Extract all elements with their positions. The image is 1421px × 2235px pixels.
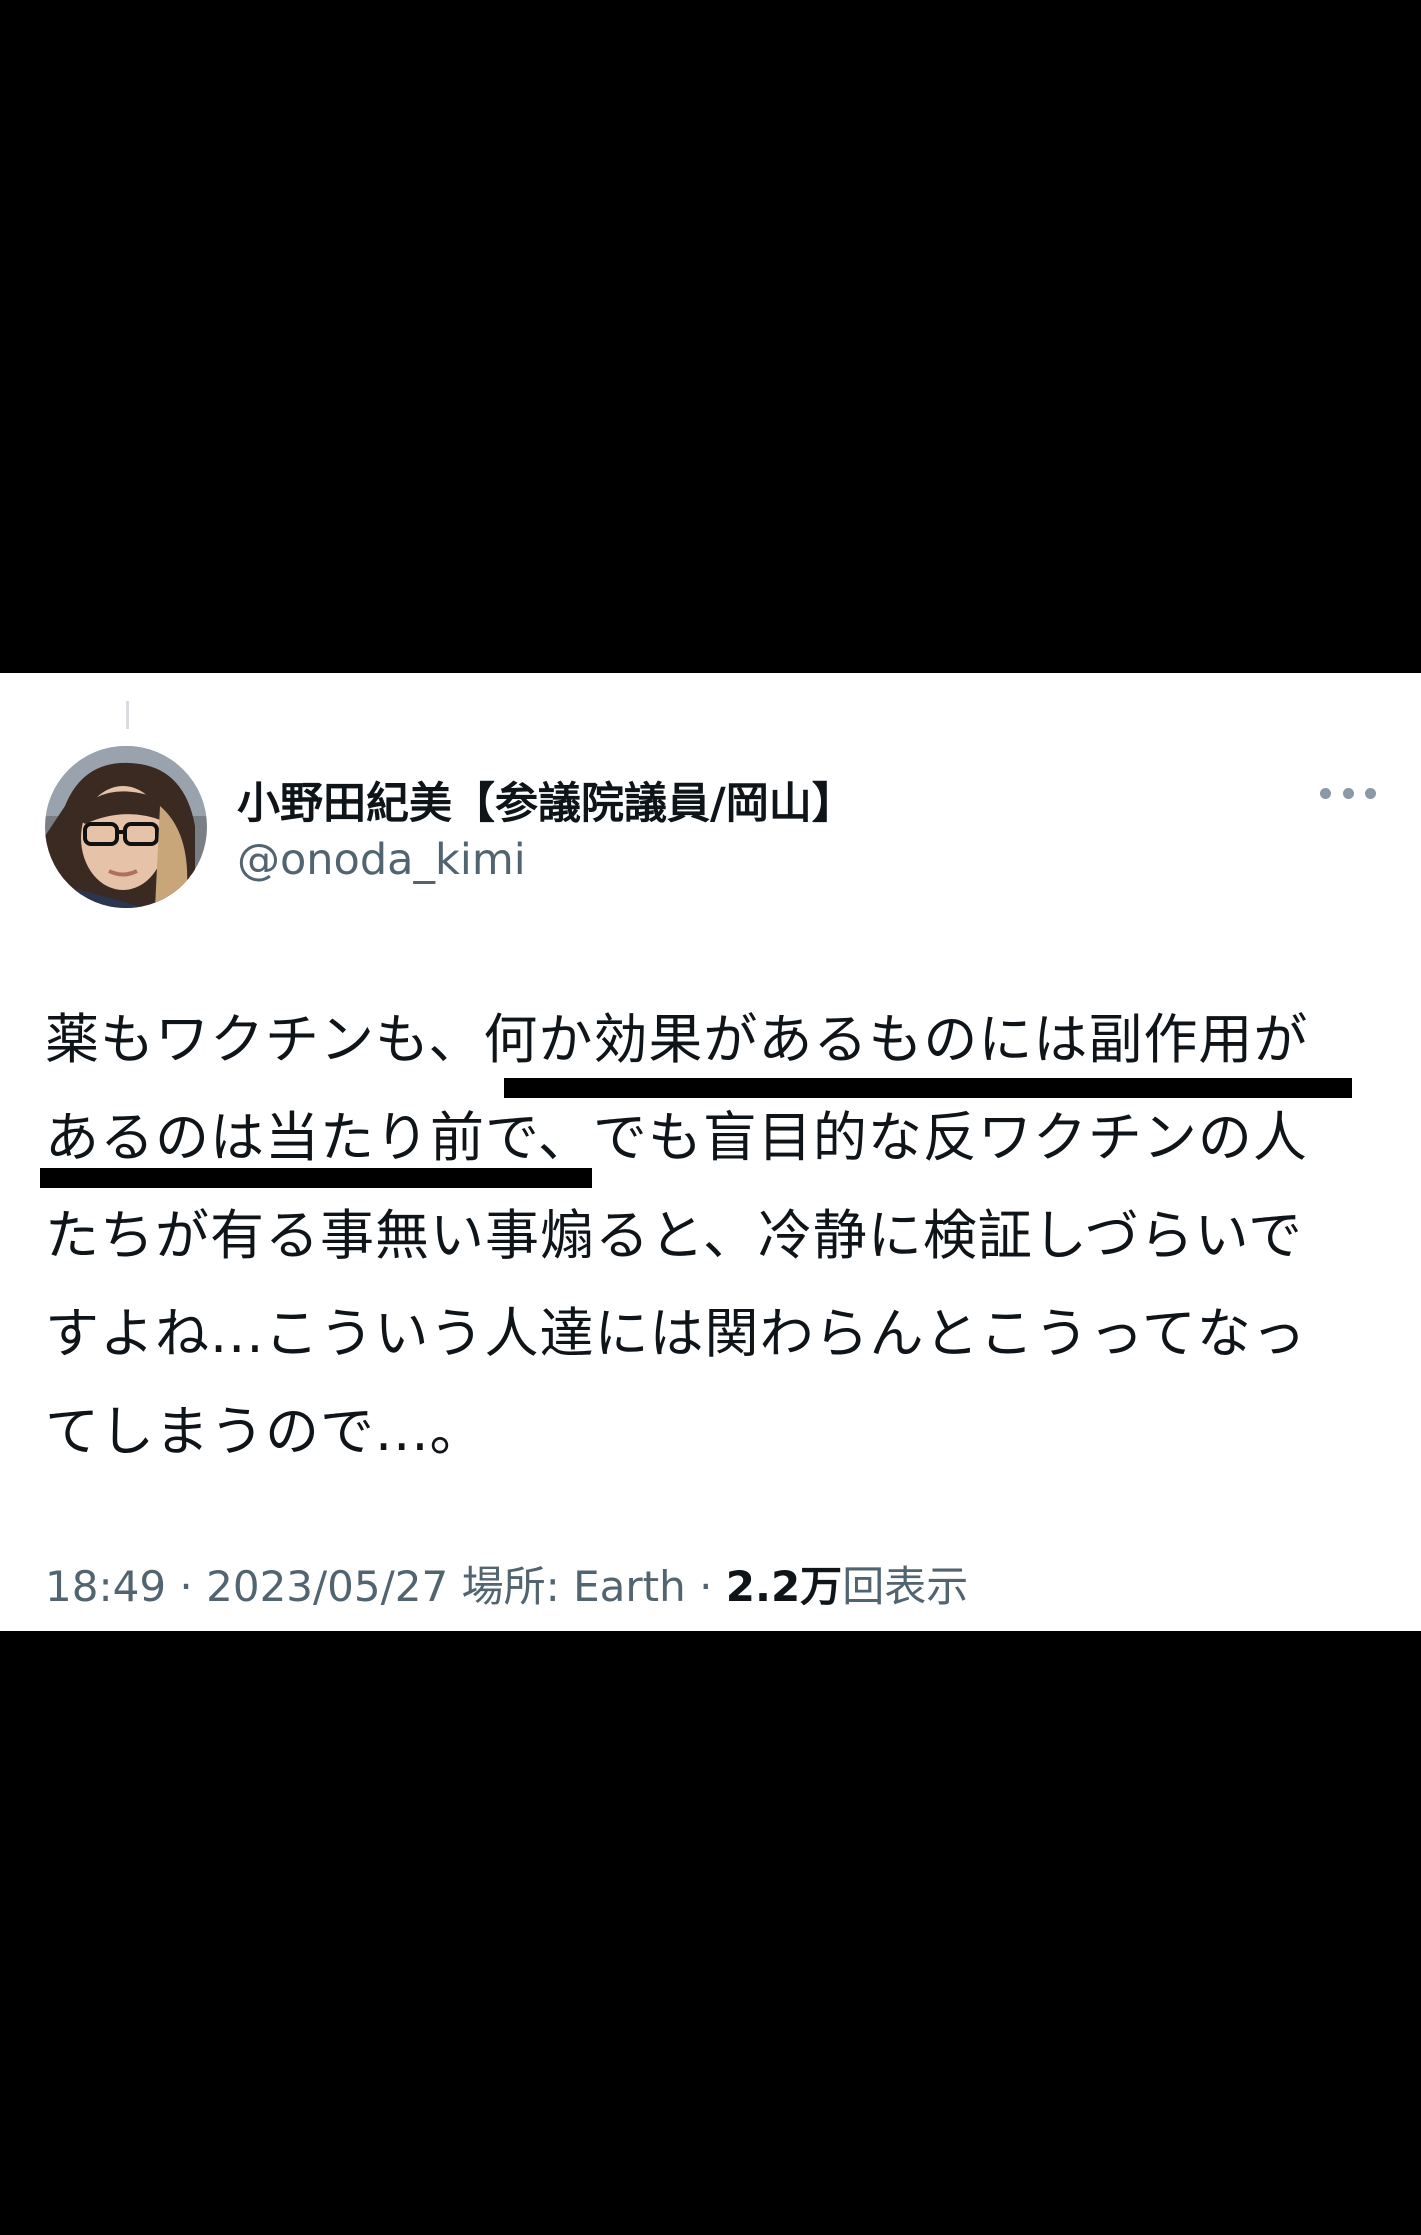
highlight-underline [504, 1078, 1352, 1098]
highlight-underline [40, 1168, 592, 1188]
more-dot [1365, 787, 1376, 799]
tweet-time[interactable]: 18:49 [45, 1562, 166, 1611]
tweet-text-line: てしまうので...。 [45, 1400, 485, 1463]
meta-separator: · [179, 1562, 193, 1611]
meta-separator: · [699, 1562, 713, 1611]
tweet-card: 小野田紀美【参議院議員/岡山】 @onoda_kimi 薬もワクチンも、何か効果… [0, 673, 1421, 1631]
views-label: 回表示 [842, 1562, 969, 1611]
tweet-text: 薬もワクチンも、何か効果があるものには副作用が あるのは当たり前で、でも盲目的な… [45, 991, 1385, 1481]
thread-connector-line [126, 701, 129, 729]
more-horizontal-icon[interactable] [1320, 783, 1376, 803]
tweet-meta: 18:49 · 2023/05/27 場所: Earth · 2.2万回表示 [45, 1553, 968, 1614]
author-handle[interactable]: @onoda_kimi [237, 835, 526, 885]
profile-avatar[interactable] [45, 746, 207, 908]
more-dot [1320, 787, 1331, 799]
more-dot [1342, 787, 1354, 799]
tweet-text-line: 薬もワクチンも、何か効果があるものには副作用が [45, 1008, 1309, 1071]
author-display-name[interactable]: 小野田紀美【参議院議員/岡山】 [237, 769, 855, 831]
tweet-location: 場所: Earth [461, 1562, 686, 1611]
tweet-text-line: すよね...こういう人達には関わらんとこうってなっ [45, 1302, 1307, 1365]
views-count: 2.2万 [725, 1562, 843, 1611]
tweet-text-line: たちが有る事無い事煽ると、冷静に検証しづらいで [45, 1204, 1303, 1267]
tweet-date[interactable]: 2023/05/27 [206, 1562, 448, 1611]
